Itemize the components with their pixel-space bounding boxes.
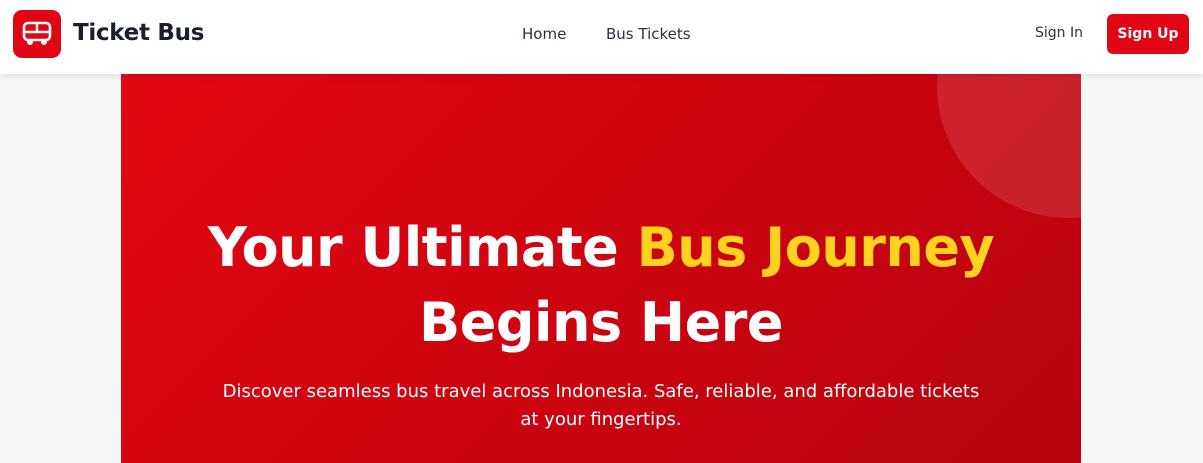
decorative-circle xyxy=(937,74,1081,218)
nav-home-link[interactable]: Home xyxy=(522,25,566,43)
hero-title-accent: Bus Journey xyxy=(636,216,995,279)
hero-title-part2: Begins Here xyxy=(419,291,783,354)
logo[interactable] xyxy=(13,10,61,58)
hero-title-part1: Your Ultimate xyxy=(207,216,637,279)
brand-name[interactable]: Ticket Bus xyxy=(73,20,204,46)
bus-icon xyxy=(22,21,52,45)
hero-subtitle: Discover seamless bus travel across Indo… xyxy=(222,381,980,430)
hero-title: Your Ultimate Bus Journey Begins Here xyxy=(121,210,1081,360)
sign-up-button[interactable]: Sign Up xyxy=(1107,14,1189,54)
hero-banner: Your Ultimate Bus Journey Begins Here Di… xyxy=(121,74,1081,463)
top-navbar: Ticket Bus Home Bus Tickets Sign In Sign… xyxy=(0,0,1203,74)
sign-in-link[interactable]: Sign In xyxy=(1035,25,1083,41)
nav-bus-tickets-link[interactable]: Bus Tickets xyxy=(606,25,691,43)
